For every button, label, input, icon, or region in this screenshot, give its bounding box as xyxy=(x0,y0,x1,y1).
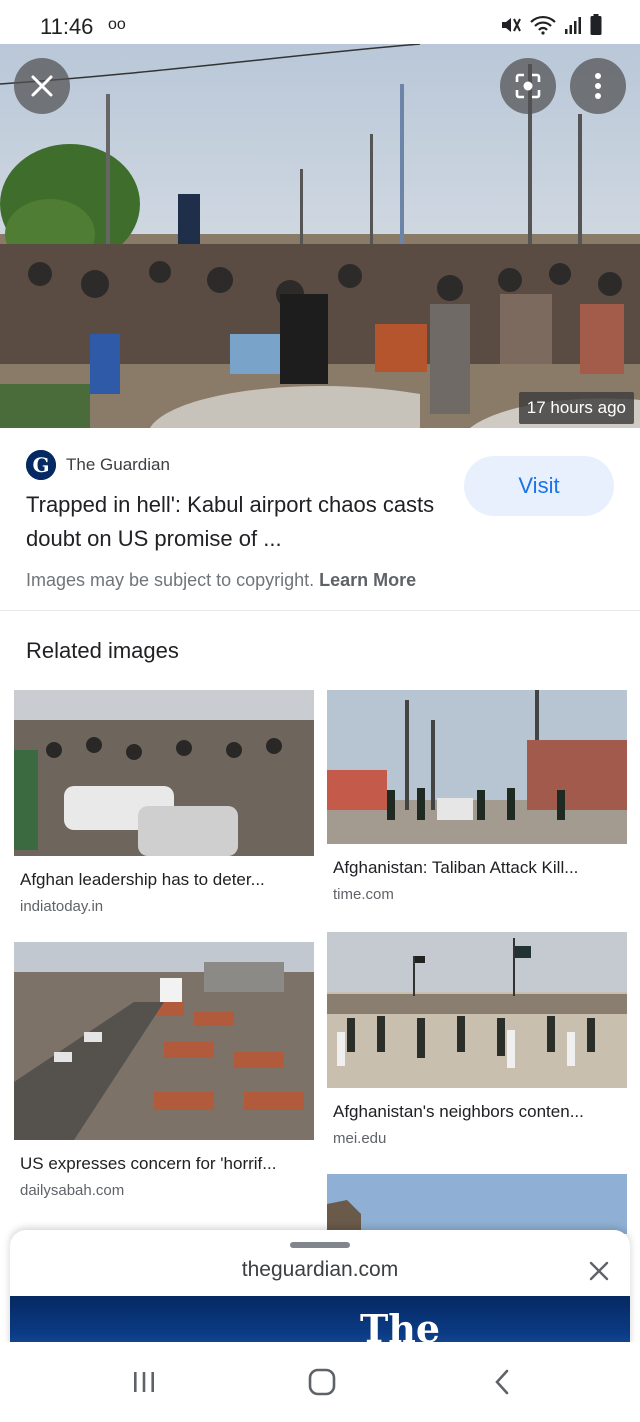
related-domain: indiatoday.in xyxy=(20,898,104,915)
svg-text:G: G xyxy=(32,453,49,477)
image-timestamp: 17 hours ago xyxy=(518,392,634,424)
related-image xyxy=(327,690,627,844)
related-domain: mei.edu xyxy=(333,1130,387,1147)
related-image xyxy=(14,942,314,1140)
copyright-notice: Images may be subject to copyright. Lear… xyxy=(26,570,416,591)
related-image xyxy=(327,1174,627,1234)
related-title: Afghanistan's neighbors conten... xyxy=(333,1102,584,1121)
source-info[interactable]: G The Guardian xyxy=(26,450,170,480)
related-card[interactable]: Afghanistan's neighbors conten... mei.ed… xyxy=(327,932,627,1147)
lens-icon xyxy=(515,73,541,99)
close-button[interactable] xyxy=(14,58,70,114)
learn-more-link[interactable]: Learn More xyxy=(319,570,416,590)
hero-image[interactable]: 17 hours ago xyxy=(0,44,640,428)
sheet-domain: theguardian.com xyxy=(241,1258,399,1281)
related-image xyxy=(327,932,627,1088)
close-icon xyxy=(31,75,53,97)
article-title[interactable]: Trapped in hell': Kabul airport chaos ca… xyxy=(26,488,446,556)
navigation-bar xyxy=(0,1342,640,1422)
mute-icon xyxy=(502,18,521,32)
related-title: Afghanistan: Taliban Attack Kill... xyxy=(333,858,579,877)
related-title: US expresses concern for 'horrif... xyxy=(20,1154,277,1173)
home-button[interactable] xyxy=(292,1362,352,1402)
site-preview-sheet[interactable]: theguardian.com The xyxy=(10,1230,630,1350)
voicemail-icon: oo xyxy=(108,16,126,33)
related-card[interactable]: US expresses concern for 'horrif... dail… xyxy=(14,942,314,1199)
recents-button[interactable] xyxy=(114,1362,174,1402)
more-options-button[interactable] xyxy=(570,58,626,114)
copyright-text: Images may be subject to copyright. xyxy=(26,570,320,590)
status-icons xyxy=(500,14,602,36)
lens-button[interactable] xyxy=(500,58,556,114)
sheet-close-button[interactable] xyxy=(582,1254,616,1288)
related-domain: time.com xyxy=(333,886,394,903)
drag-handle[interactable] xyxy=(290,1242,350,1248)
more-vert-icon xyxy=(595,73,601,99)
related-title: Afghan leadership has to deter... xyxy=(20,870,265,889)
battery-icon xyxy=(590,14,602,35)
recents-icon xyxy=(134,1372,154,1392)
related-card[interactable] xyxy=(327,1174,627,1234)
home-icon xyxy=(308,1368,336,1396)
signal-icon xyxy=(565,17,581,34)
related-image xyxy=(14,690,314,856)
guardian-logo-icon: G xyxy=(26,450,56,480)
close-icon xyxy=(589,1261,609,1281)
related-images-heading: Related images xyxy=(26,638,179,663)
related-card[interactable]: Afghanistan: Taliban Attack Kill... time… xyxy=(327,690,627,903)
related-card[interactable]: Afghan leadership has to deter... indiat… xyxy=(14,690,314,915)
status-time: 11:46 xyxy=(40,14,94,39)
back-icon xyxy=(495,1369,509,1395)
source-name: The Guardian xyxy=(66,455,170,474)
related-domain: dailysabah.com xyxy=(20,1182,125,1199)
back-button[interactable] xyxy=(472,1362,532,1402)
visit-button[interactable]: Visit xyxy=(464,456,614,516)
divider xyxy=(0,610,640,611)
wifi-icon xyxy=(530,15,556,35)
